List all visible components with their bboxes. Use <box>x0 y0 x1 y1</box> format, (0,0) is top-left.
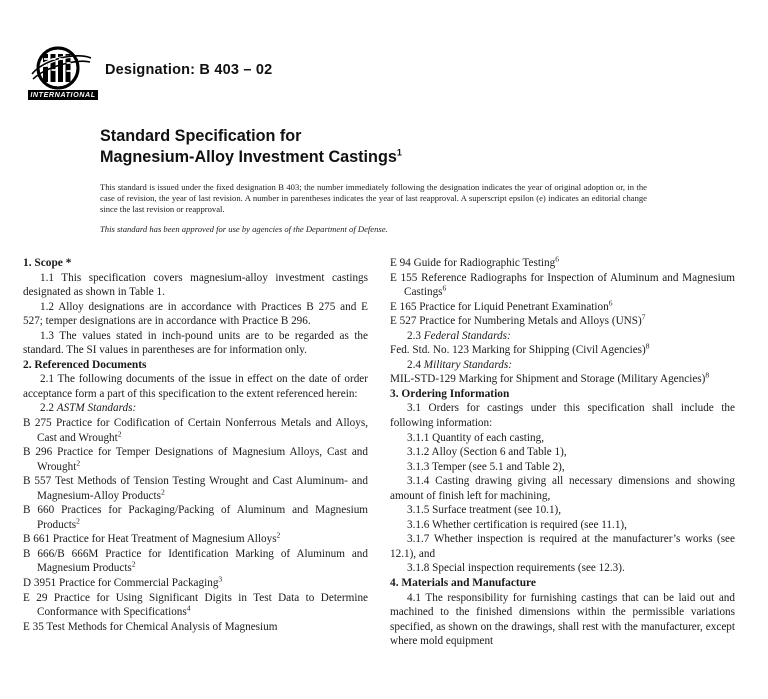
reference-footnote: 8 <box>705 370 710 380</box>
dod-approval-note: This standard has been approved for use … <box>100 224 388 234</box>
reference-entry: E 29 Practice for Using Significant Digi… <box>23 591 368 620</box>
left-column: 1. Scope * 1.1 This specification covers… <box>23 256 368 634</box>
reference-text: B 666/B 666M Practice for Identification… <box>23 547 368 575</box>
reference-text: B 660 Practices for Packaging/Packing of… <box>23 504 368 531</box>
reference-entry: B 557 Test Methods of Tension Testing Wr… <box>23 474 368 503</box>
disclaimer-block: This standard is issued under the fixed … <box>100 182 647 214</box>
reference-entry: B 660 Practices for Packaging/Packing of… <box>23 503 368 532</box>
subheading-2-3-number: 2.3 <box>407 329 424 342</box>
section-heading-scope: 1. Scope * <box>23 257 72 269</box>
document-header: INTERNATIONAL Designation: B 403 – 02 <box>0 44 768 110</box>
paragraph-4-1: 4.1 The responsibility for furnishing ca… <box>390 591 735 648</box>
reference-entry-military: MIL-STD-129 Marking for Shipment and Sto… <box>390 370 735 387</box>
reference-footnote: 7 <box>641 312 646 322</box>
reference-footnote: 2 <box>76 457 81 467</box>
reference-text: B 557 Test Methods of Tension Testing Wr… <box>23 475 368 502</box>
astm-logo-subtitle: INTERNATIONAL <box>28 90 98 100</box>
reference-text: B 661 Practice for Heat Treatment of Mag… <box>23 533 277 546</box>
paragraph-3-1-7: 3.1.7 Whether inspection is required at … <box>390 533 735 560</box>
astm-logo-icon <box>31 46 92 90</box>
reference-entry: B 666/B 666M Practice for Identification… <box>23 547 368 576</box>
subheading-2-4-label: Military Standards: <box>423 358 512 371</box>
subheading-2-2: 2.2 ASTM Standards: <box>23 401 368 416</box>
reference-entry: D 3951 Practice for Commercial Packaging… <box>23 574 368 591</box>
reference-text: Fed. Std. No. 123 Marking for Shipping (… <box>390 344 646 357</box>
reference-footnote: 8 <box>645 341 650 351</box>
reference-entry: E 35 Test Methods for Chemical Analysis … <box>23 620 368 635</box>
subheading-2-3: 2.3 Federal Standards: <box>390 329 735 344</box>
reference-text: B 275 Practice for Codification of Certa… <box>23 417 368 444</box>
subheading-2-2-number: 2.2 <box>40 402 57 415</box>
reference-entry: E 165 Practice for Liquid Penetrant Exam… <box>390 297 735 315</box>
subheading-2-3-label: Federal Standards: <box>423 329 511 342</box>
reference-footnote: 2 <box>276 530 281 540</box>
section-heading-materials-and-manufacture: 4. Materials and Manufacture <box>390 577 536 590</box>
paragraph-3-1-4: 3.1.4 Casting drawing giving all necessa… <box>390 475 735 502</box>
reference-footnote: 4 <box>186 603 191 613</box>
paragraph-3-1-2: 3.1.2 Alloy (Section 6 and Table 1), <box>407 446 567 459</box>
title-line-2: Magnesium-Alloy Investment Castings <box>100 147 397 166</box>
paragraph-3-1: 3.1 Orders for castings under this speci… <box>390 402 735 430</box>
paragraph-3-1-5: 3.1.5 Surface treatment (see 10.1), <box>407 504 562 517</box>
right-column: E 94 Guide for Radiographic Testing6 E 1… <box>390 256 735 649</box>
reference-text: E 527 Practice for Numbering Metals and … <box>390 315 642 328</box>
paragraph-3-1-6: 3.1.6 Whether certification is required … <box>407 518 627 531</box>
reference-footnote: 2 <box>76 516 80 526</box>
paragraph-2-1: 2.1 The following documents of the issue… <box>23 373 368 400</box>
reference-entry: B 296 Practice for Temper Designations o… <box>23 445 368 474</box>
paragraph-3-1-3: 3.1.3 Temper (see 5.1 and Table 2), <box>407 460 565 473</box>
subheading-2-4: 2.4 Military Standards: <box>390 358 735 373</box>
reference-footnote: 2 <box>161 487 165 497</box>
paragraph-1-1: 1.1 This specification covers magnesium-… <box>23 271 368 299</box>
title-block: Standard Specification for Magnesium-All… <box>100 126 660 167</box>
designation-label: Designation: B 403 – 02 <box>105 62 273 78</box>
title-footnote-marker: 1 <box>396 147 402 158</box>
reference-text: E 94 Guide for Radiographic Testing <box>390 257 556 269</box>
reference-footnote: 2 <box>117 428 122 438</box>
reference-text: E 165 Practice for Liquid Penetrant Exam… <box>390 300 609 313</box>
reference-footnote: 6 <box>608 297 613 307</box>
reference-entry-federal: Fed. Std. No. 123 Marking for Shipping (… <box>390 341 735 358</box>
paragraph-1-3: 1.3 The values stated in inch-pound unit… <box>23 329 368 357</box>
reference-footnote: 6 <box>555 256 560 264</box>
reference-text: MIL-STD-129 Marking for Shipment and Sto… <box>390 373 706 386</box>
page-title: Standard Specification for Magnesium-All… <box>100 126 660 167</box>
document-page: INTERNATIONAL Designation: B 403 – 02 St… <box>0 0 768 699</box>
reference-text: B 296 Practice for Temper Designations o… <box>23 446 368 473</box>
body-columns: 1. Scope * 1.1 This specification covers… <box>0 256 768 699</box>
reference-text: D 3951 Practice for Commercial Packaging <box>23 577 219 590</box>
reference-text: E 29 Practice for Using Significant Digi… <box>23 591 368 619</box>
paragraph-3-1-8: 3.1.8 Special inspection requirements (s… <box>407 562 625 575</box>
title-line-1: Standard Specification for <box>100 127 302 145</box>
reference-entry: B 275 Practice for Codification of Certa… <box>23 416 368 445</box>
paragraph-1-2: 1.2 Alloy designations are in accordance… <box>23 300 368 328</box>
disclaimer-text: This standard is issued under the fixed … <box>100 182 647 214</box>
reference-footnote: 3 <box>218 574 223 584</box>
reference-footnote: 2 <box>131 559 136 569</box>
reference-entry: E 155 Reference Radiographs for Inspecti… <box>390 271 735 300</box>
section-heading-ordering-information: 3. Ordering Information <box>390 387 510 400</box>
reference-entry: E 94 Guide for Radiographic Testing6 <box>390 256 735 271</box>
reference-entry: E 527 Practice for Numbering Metals and … <box>390 312 735 329</box>
astm-logo: INTERNATIONAL <box>27 44 99 106</box>
subheading-2-4-number: 2.4 <box>407 358 424 371</box>
reference-text: E 35 Test Methods for Chemical Analysis … <box>23 620 278 633</box>
subheading-2-2-label: ASTM Standards: <box>56 402 137 415</box>
reference-entry: B 661 Practice for Heat Treatment of Mag… <box>23 530 368 547</box>
section-heading-referenced-documents: 2. Referenced Documents <box>23 358 147 371</box>
paragraph-3-1-1: 3.1.1 Quantity of each casting, <box>407 431 545 444</box>
reference-footnote: 6 <box>442 283 447 293</box>
